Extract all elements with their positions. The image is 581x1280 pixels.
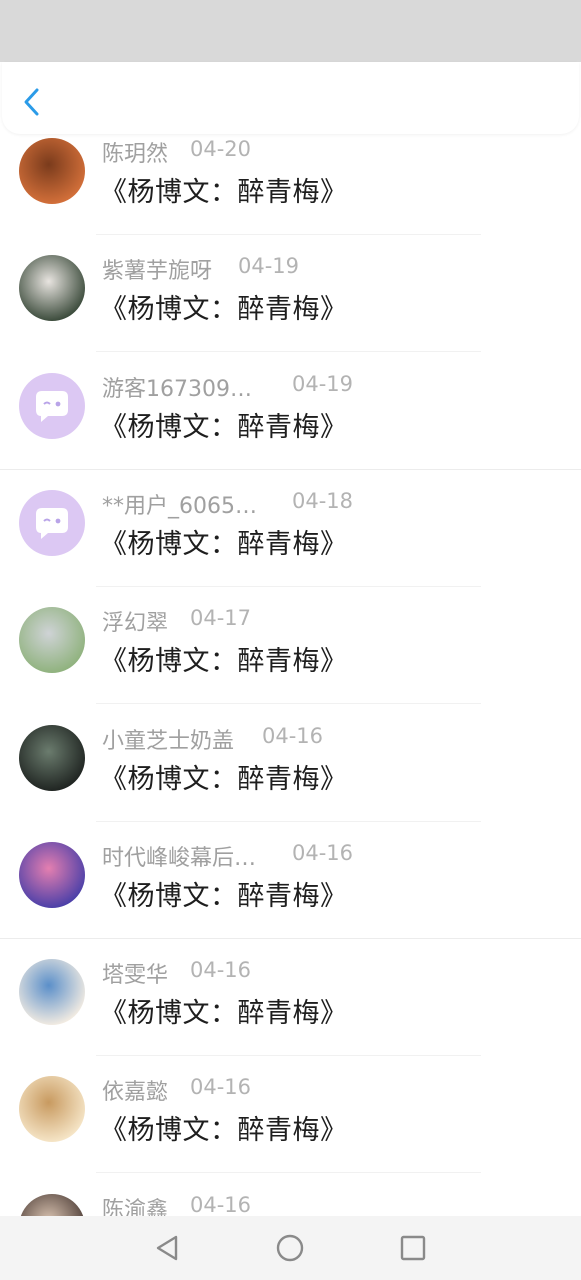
comment-row[interactable]: 紫薯芋旎呀 04-19 《杨博文：醉青梅》 (0, 235, 581, 353)
avatar[interactable] (19, 489, 85, 556)
comment-date: 04-16 (292, 840, 354, 865)
comment-text: 《杨博文：醉青梅》 (100, 177, 348, 208)
comment-date: 04-16 (190, 958, 252, 983)
nav-back-button[interactable] (151, 1232, 183, 1264)
avatar[interactable] (19, 372, 85, 439)
comment-row[interactable]: 依嘉懿 04-16 《杨博文：醉青梅》 (0, 1056, 581, 1174)
avatar[interactable] (19, 959, 85, 1026)
comment-date: 04-19 (238, 254, 300, 279)
back-button[interactable] (18, 86, 46, 118)
comment-row[interactable]: **用户_6065… 04-18 《杨博文：醉青梅》 (0, 470, 581, 587)
avatar[interactable] (19, 841, 85, 908)
comment-list[interactable]: 陈玥然 04-20 《杨博文：醉青梅》 紫薯芋旎呀 04-19 《杨博文：醉青梅》 游客16… (0, 118, 581, 1216)
comment-row[interactable]: 时代峰峻幕后… 04-16 《杨博文：醉青梅》 (0, 822, 581, 939)
comment-date: 04-17 (190, 606, 252, 631)
comment-date: 04-19 (292, 371, 354, 396)
chat-bubble-icon (36, 390, 68, 422)
comment-date: 04-18 (292, 488, 354, 513)
avatar[interactable] (19, 138, 85, 204)
comment-row[interactable]: 陈玥然 04-20 《杨博文：醉青梅》 (0, 118, 581, 235)
triangle-back-icon (156, 1235, 178, 1261)
comment-text: 《杨博文：醉青梅》 (100, 880, 348, 912)
avatar[interactable] (19, 607, 85, 674)
circle-home-icon (276, 1234, 304, 1262)
square-recents-icon (400, 1235, 426, 1261)
nav-recents-button[interactable] (397, 1232, 429, 1264)
comment-date: 04-20 (190, 137, 252, 161)
nav-home-button[interactable] (274, 1232, 306, 1264)
comment-row[interactable]: 塔雯华 04-16 《杨博文：醉青梅》 (0, 939, 581, 1057)
avatar[interactable] (19, 255, 85, 322)
commenter-name[interactable]: 陈渝鑫 (102, 1192, 168, 1216)
commenter-name[interactable]: 紫薯芋旎呀 (102, 253, 212, 285)
comment-text: 《杨博文：醉青梅》 (100, 528, 348, 560)
chat-bubble-icon (36, 507, 68, 539)
header (2, 62, 579, 134)
comment-date: 04-16 (190, 1192, 252, 1216)
comment-text: 《杨博文：醉青梅》 (100, 411, 348, 443)
comment-text: 《杨博文：醉青梅》 (100, 763, 348, 795)
commenter-name[interactable]: 浮幻翠 (102, 605, 168, 637)
status-bar (0, 0, 581, 62)
comment-row[interactable]: 陈渝鑫 04-16 (0, 1174, 581, 1216)
avatar[interactable] (19, 1193, 85, 1216)
avatar[interactable] (19, 724, 85, 791)
comment-row[interactable]: 小童芝士奶盖 04-16 《杨博文：醉青梅》 (0, 705, 581, 822)
comment-text: 《杨博文：醉青梅》 (100, 646, 348, 678)
commenter-name[interactable]: **用户_6065… (102, 488, 257, 520)
comment-row[interactable]: 游客167309… 04-19 《杨博文：醉青梅》 (0, 353, 581, 470)
commenter-name[interactable]: 陈玥然 (102, 136, 168, 168)
commenter-name[interactable]: 小童芝士奶盖 (102, 723, 234, 755)
commenter-name[interactable]: 塔雯华 (102, 957, 168, 989)
commenter-name[interactable]: 依嘉懿 (102, 1074, 168, 1106)
comment-date: 04-16 (190, 1075, 252, 1100)
comment-text: 《杨博文：醉青梅》 (100, 294, 348, 326)
commenter-name[interactable]: 游客167309… (102, 371, 252, 403)
commenter-name[interactable]: 时代峰峻幕后… (102, 840, 256, 872)
avatar[interactable] (19, 1076, 85, 1143)
chevron-left-icon (24, 88, 39, 116)
comment-text: 《杨博文：醉青梅》 (100, 1115, 348, 1147)
comment-row[interactable]: 浮幻翠 04-17 《杨博文：醉青梅》 (0, 587, 581, 705)
comment-text: 《杨博文：醉青梅》 (100, 998, 348, 1030)
comment-date: 04-16 (262, 723, 324, 748)
system-nav-bar (0, 1216, 581, 1280)
